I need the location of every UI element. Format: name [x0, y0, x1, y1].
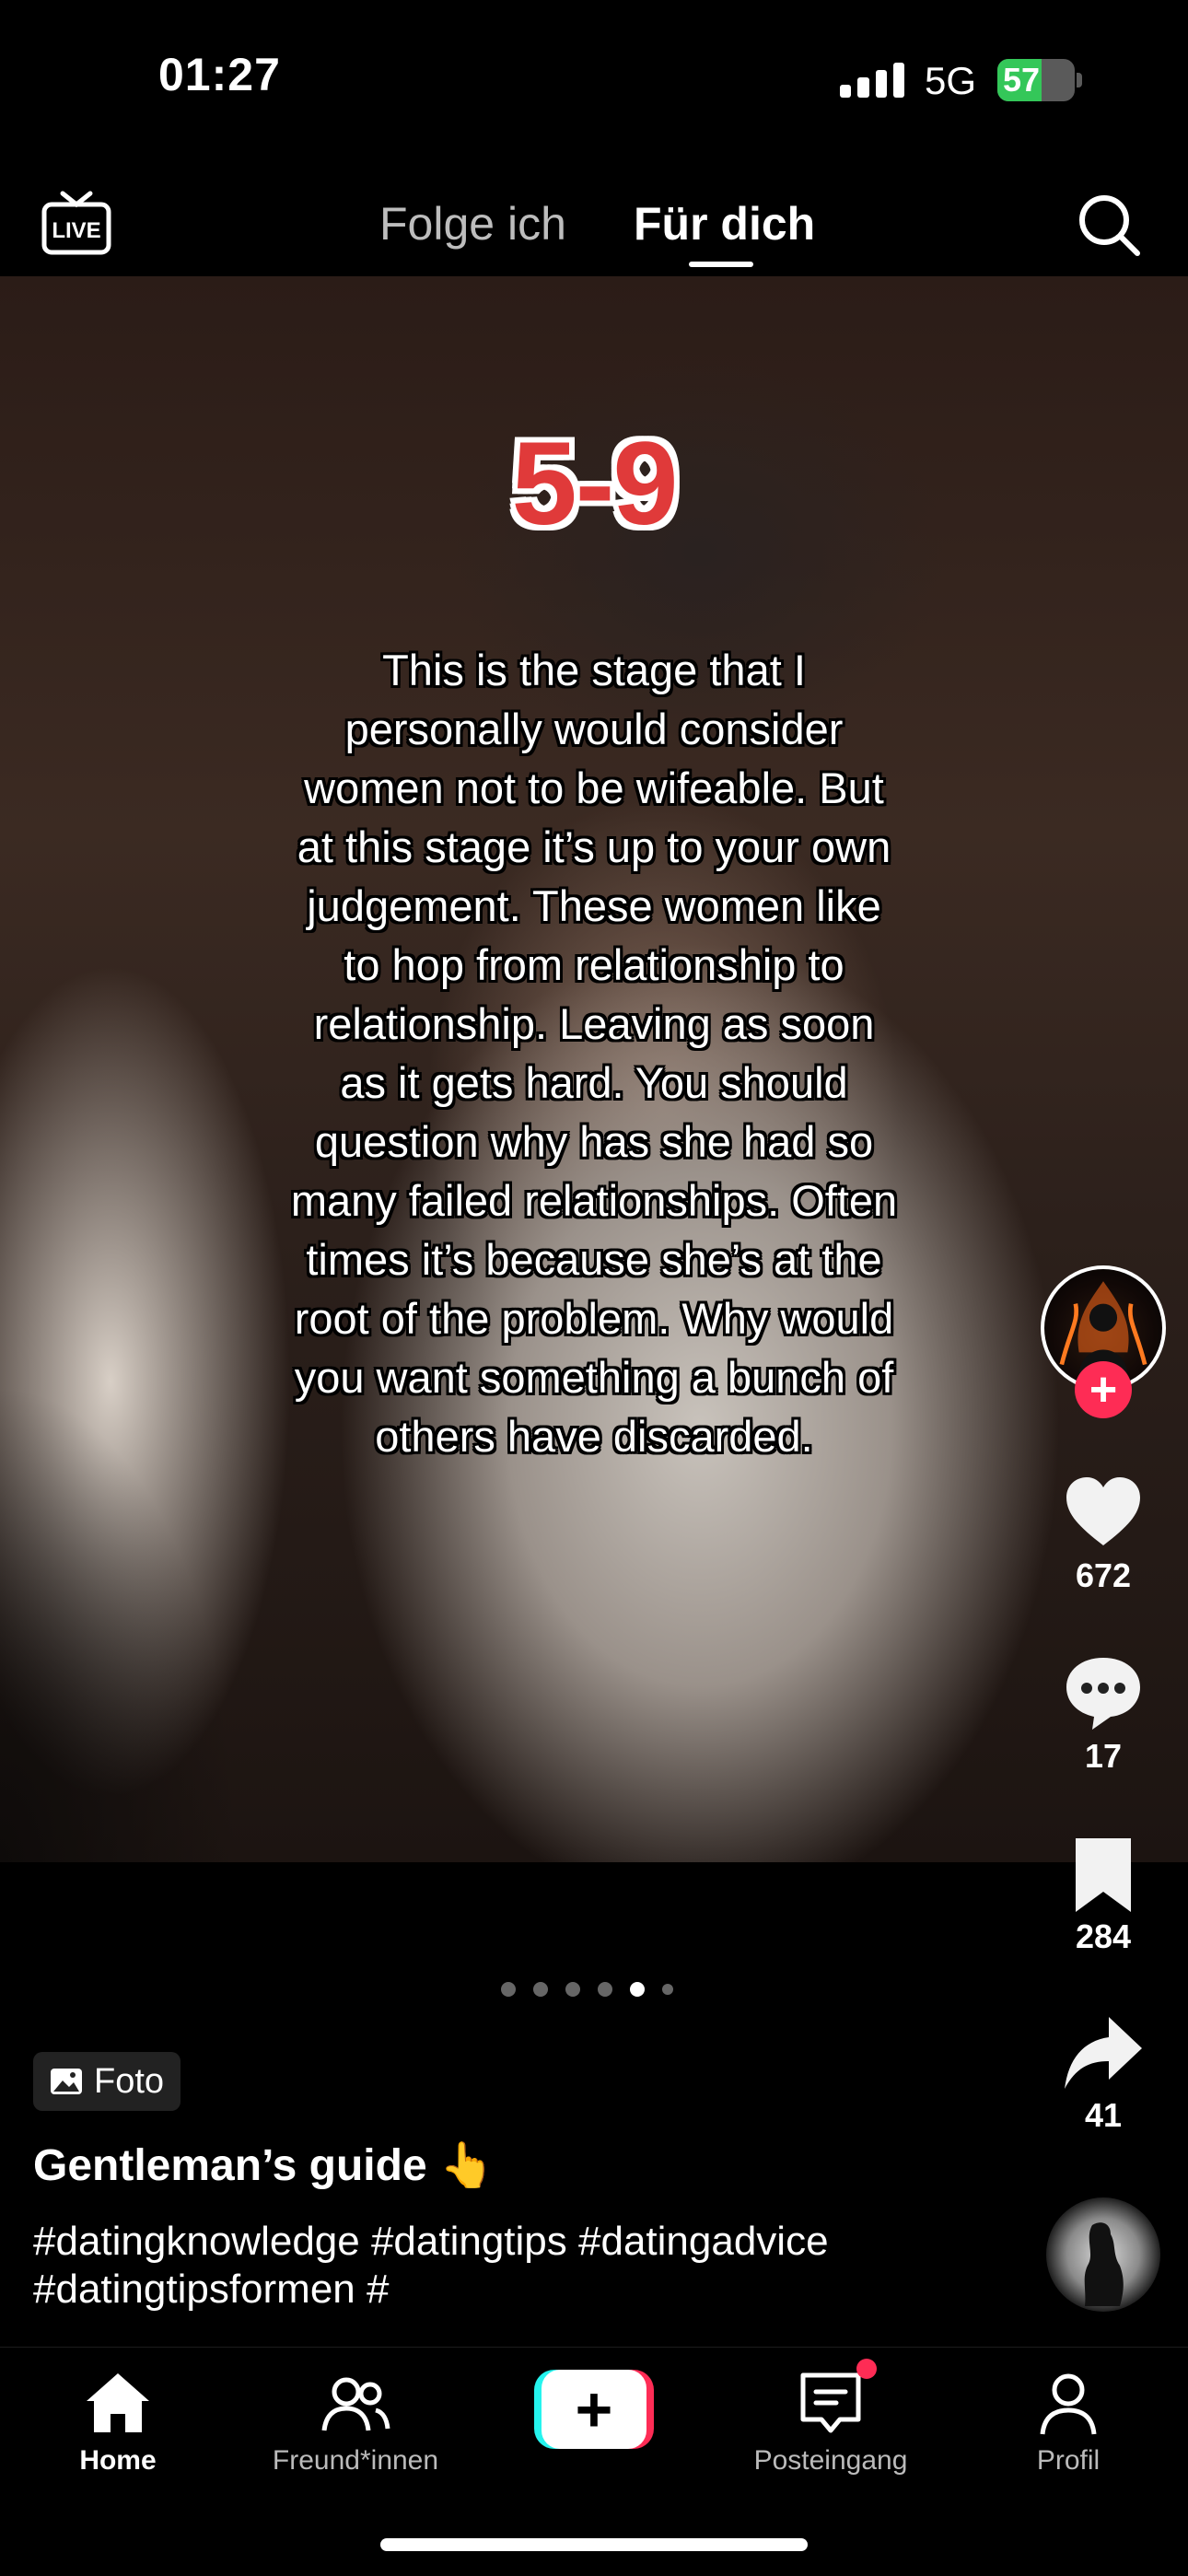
home-icon	[87, 2373, 149, 2432]
overlay-body-text: This is the stage that I personally woul…	[290, 646, 898, 1461]
network-type: 5G	[925, 59, 977, 102]
battery-icon: 57	[997, 59, 1082, 101]
nav-home[interactable]: Home	[17, 2366, 219, 2477]
battery-percent: 57	[1003, 61, 1041, 99]
carousel-dot	[598, 1982, 612, 1997]
photo-type-badge: Foto	[33, 2052, 181, 2111]
nav-friends-label: Freund*innen	[272, 2445, 439, 2476]
comment-icon	[1066, 1658, 1140, 1730]
nav-inbox-label: Posteingang	[753, 2445, 908, 2476]
create-button[interactable]: +	[534, 2370, 654, 2449]
nav-profile[interactable]: Profil	[967, 2366, 1170, 2477]
friends-icon	[321, 2377, 390, 2431]
nav-friends[interactable]: Freund*innen	[254, 2366, 457, 2477]
follow-button[interactable]: +	[1075, 1361, 1132, 1418]
like-count: 672	[1075, 1556, 1132, 1594]
live-tv-icon[interactable]: LIVE	[41, 190, 112, 256]
share-arrow-icon	[1065, 2017, 1142, 2089]
sound-disc[interactable]	[1046, 2197, 1160, 2312]
carousel-dot	[533, 1982, 548, 1997]
caption-title[interactable]: Gentleman’s guide 👆	[33, 2139, 495, 2191]
plus-icon: +	[1089, 1363, 1118, 1416]
nav-inbox[interactable]: Posteingang	[729, 2366, 932, 2477]
share-button[interactable]	[1061, 2011, 1146, 2096]
bookmark-icon	[1076, 1838, 1131, 1912]
home-indicator	[380, 2538, 808, 2551]
like-button[interactable]	[1061, 1470, 1146, 1555]
save-button[interactable]	[1061, 1833, 1146, 1917]
svg-text:LIVE: LIVE	[52, 218, 100, 243]
search-icon[interactable]	[1076, 192, 1142, 258]
create-plus-icon: +	[575, 2373, 613, 2445]
nav-profile-label: Profil	[1036, 2445, 1101, 2476]
carousel-dot	[662, 1984, 673, 1995]
tab-following[interactable]: Folge ich	[379, 197, 566, 251]
carousel-dot	[501, 1982, 516, 1997]
active-tab-indicator	[689, 262, 753, 267]
save-count: 284	[1075, 1917, 1132, 1955]
nav-home-label: Home	[79, 2445, 157, 2476]
carousel-indicator	[501, 1982, 673, 1997]
share-count: 41	[1084, 2096, 1123, 2134]
tab-for-you[interactable]: Für dich	[634, 197, 815, 251]
carousel-dot	[565, 1982, 580, 1997]
profile-icon	[1040, 2373, 1097, 2435]
inbox-icon	[800, 2372, 861, 2433]
photo-type-label: Foto	[94, 2061, 165, 2101]
cellular-signal-icon	[840, 61, 904, 98]
status-time: 01:27	[158, 49, 281, 100]
carousel-dot	[630, 1982, 645, 1997]
overlay-score-text: 5-9	[511, 418, 679, 550]
caption-hashtags[interactable]: #datingknowledge #datingtips #datingadvi…	[33, 2218, 1000, 2314]
inbox-notification-dot	[856, 2359, 877, 2379]
heart-icon	[1066, 1477, 1140, 1545]
image-icon	[51, 2069, 82, 2094]
comment-count: 17	[1084, 1737, 1123, 1775]
comment-button[interactable]	[1061, 1650, 1146, 1735]
